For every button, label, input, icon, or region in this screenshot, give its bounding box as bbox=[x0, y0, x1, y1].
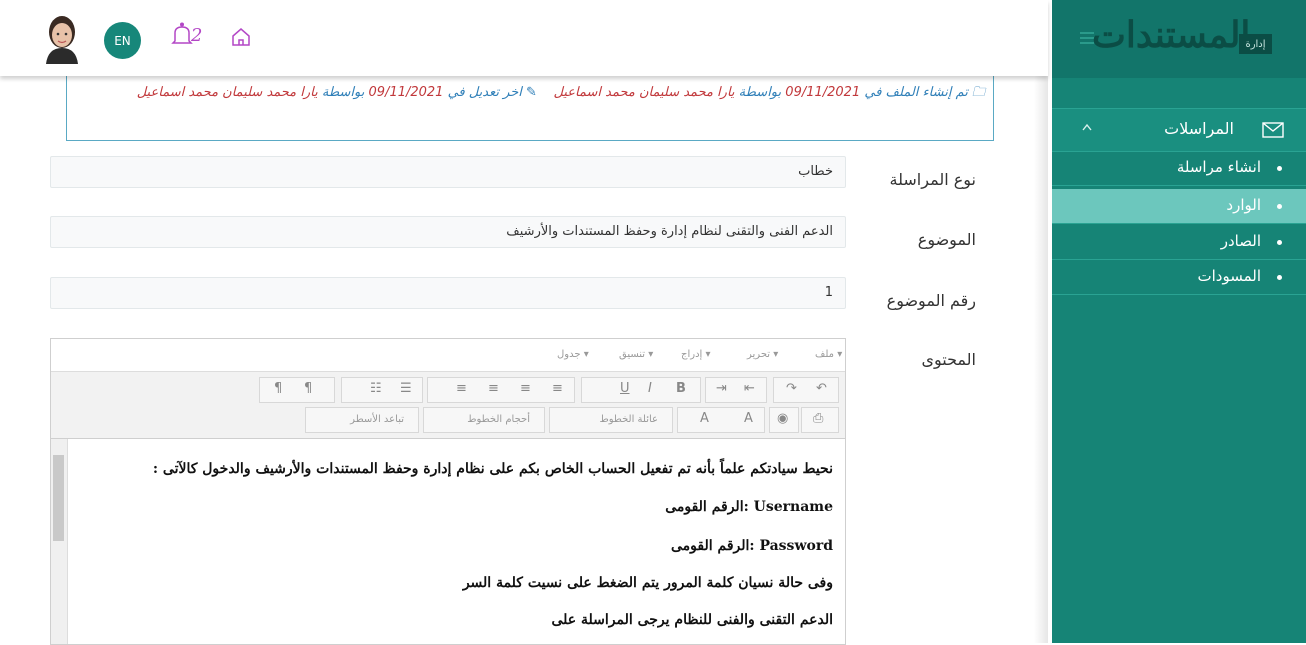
modified-date: 09/11/2021 bbox=[368, 85, 444, 100]
print-button[interactable]: ⎙ bbox=[801, 407, 839, 433]
line-height-select[interactable]: تباعد الأسطر bbox=[305, 407, 419, 433]
indent-icon[interactable]: ⇥ bbox=[716, 381, 727, 396]
sidebar-item-label: المسودات bbox=[1197, 267, 1261, 285]
italic-icon[interactable]: I bbox=[648, 381, 652, 396]
bullet bbox=[1277, 240, 1282, 245]
menu-file[interactable]: ملف ▾ bbox=[815, 349, 842, 360]
bullet bbox=[1277, 166, 1282, 171]
editor-toolbar: ↶ ↷ ⇤ ⇥ B I U ≡ ≡ ≡ ≡ ☰ ☷ ¶ ¶ ⎙ ◉ A A عا… bbox=[51, 372, 845, 439]
content-line: وفى حالة نسيان كلمة المرور يتم الضغط على… bbox=[462, 575, 833, 591]
menu-format[interactable]: تنسيق ▾ bbox=[619, 349, 653, 360]
user-avatar[interactable] bbox=[40, 14, 84, 64]
line-height-label: تباعد الأسطر bbox=[350, 414, 404, 425]
chevron-up-icon bbox=[1082, 123, 1092, 131]
created-by: يارا محمد سليمان محمد اسماعيل bbox=[553, 85, 735, 100]
align-group: ≡ ≡ ≡ ≡ bbox=[427, 377, 575, 403]
sidebar-item-label: الوارد bbox=[1226, 196, 1261, 214]
file-info-text: 🗀 تم إنشاء الملف في 09/11/2021 بواسطة يا… bbox=[85, 84, 985, 102]
type-label: نوع المراسلة bbox=[889, 170, 976, 189]
content-label: المحتوى bbox=[921, 350, 976, 369]
redo-icon[interactable]: ↷ bbox=[786, 381, 797, 396]
editor-content[interactable]: نحيط سيادتكم علماً بأنه تم تفعيل الحساب … bbox=[51, 439, 845, 644]
sidebar-section-correspondence[interactable]: المراسلات bbox=[1052, 108, 1306, 152]
sidebar-item-drafts[interactable]: المسودات bbox=[1052, 260, 1306, 295]
numbered-list-icon[interactable]: ☷ bbox=[370, 381, 382, 396]
bullet-list-icon[interactable]: ☰ bbox=[400, 381, 412, 396]
created-date: 09/11/2021 bbox=[785, 85, 861, 100]
content-line: Password :الرقم القومى bbox=[671, 538, 833, 554]
menu-insert[interactable]: إدراج ▾ bbox=[681, 349, 711, 360]
type-value: خطاب bbox=[798, 164, 833, 179]
file-info-box: 🗀 تم إنشاء الملف في 09/11/2021 بواسطة يا… bbox=[66, 76, 994, 141]
sidebar-item-outbox[interactable]: الصادر bbox=[1052, 225, 1306, 260]
logo-text: المستندات bbox=[1092, 14, 1252, 56]
sidebar: المستندات إدارة المراسلات انشاء مراسلة ا… bbox=[1052, 0, 1306, 643]
background-color-icon[interactable]: A bbox=[700, 411, 709, 426]
content-line: الدعم التقنى والفنى للنظام يرجى المراسلة… bbox=[551, 612, 833, 628]
indent-group: ⇤ ⇥ bbox=[705, 377, 767, 403]
text-color-icon[interactable]: A bbox=[744, 411, 753, 426]
format-group: B I U bbox=[581, 377, 701, 403]
undo-icon[interactable]: ↶ bbox=[816, 381, 827, 396]
bold-icon[interactable]: B bbox=[676, 381, 686, 396]
logo-area: المستندات إدارة bbox=[1052, 0, 1306, 78]
modified-by: يارا محمد سليمان محمد اسماعيل bbox=[136, 85, 318, 100]
scrollbar-thumb[interactable] bbox=[53, 455, 64, 541]
modified-prefix: اخر تعديل في bbox=[447, 85, 522, 100]
logo-badge: إدارة bbox=[1239, 34, 1272, 54]
align-right-icon[interactable]: ≡ bbox=[488, 381, 499, 396]
sidebar-item-label: الصادر bbox=[1220, 232, 1261, 250]
language-toggle-button[interactable]: EN bbox=[104, 22, 141, 59]
print-icon: ⎙ bbox=[813, 411, 824, 426]
number-value: 1 bbox=[824, 285, 833, 300]
rich-text-editor: ملف ▾ تحرير ▾ إدراج ▾ تنسيق ▾ جدول ▾ ↶ ↷… bbox=[50, 338, 846, 645]
list-group: ☰ ☷ bbox=[341, 377, 423, 403]
content-line: نحيط سيادتكم علماً بأنه تم تفعيل الحساب … bbox=[152, 461, 833, 477]
sidebar-section-label: المراسلات bbox=[1164, 119, 1234, 138]
mail-icon bbox=[1262, 122, 1284, 138]
editor-scrollbar[interactable] bbox=[51, 439, 68, 644]
bullet bbox=[1277, 275, 1282, 280]
font-family-select[interactable]: عائلة الخطوط bbox=[549, 407, 673, 433]
align-justify-icon[interactable]: ≡ bbox=[456, 381, 467, 396]
subject-value: الدعم الفنى والتقنى لنظام إدارة وحفظ الم… bbox=[506, 224, 833, 239]
outdent-icon[interactable]: ⇤ bbox=[744, 381, 755, 396]
align-left-icon[interactable]: ≡ bbox=[552, 381, 563, 396]
font-family-label: عائلة الخطوط bbox=[599, 414, 658, 425]
font-size-label: أحجام الخطوط bbox=[467, 414, 530, 425]
underline-icon[interactable]: U bbox=[620, 381, 630, 396]
top-bar: EN 2 bbox=[0, 0, 1048, 76]
subject-label: الموضوع bbox=[917, 230, 976, 249]
created-by-word: بواسطة bbox=[738, 85, 782, 100]
direction-group: ¶ ¶ bbox=[259, 377, 335, 403]
bullet bbox=[1277, 204, 1282, 209]
number-label: رقم الموضوع bbox=[886, 291, 976, 310]
editor-menubar: ملف ▾ تحرير ▾ إدراج ▾ تنسيق ▾ جدول ▾ bbox=[51, 339, 845, 372]
undo-redo-group: ↶ ↷ bbox=[773, 377, 839, 403]
subject-field[interactable]: الدعم الفنى والتقنى لنظام إدارة وحفظ الم… bbox=[50, 216, 846, 248]
type-field[interactable]: خطاب bbox=[50, 156, 846, 188]
eye-icon: ◉ bbox=[777, 411, 789, 426]
align-center-icon[interactable]: ≡ bbox=[520, 381, 531, 396]
sidebar-item-create[interactable]: انشاء مراسلة bbox=[1052, 151, 1306, 186]
created-prefix: تم إنشاء الملف في bbox=[864, 85, 968, 100]
sidebar-item-label: انشاء مراسلة bbox=[1176, 158, 1261, 176]
number-field[interactable]: 1 bbox=[50, 277, 846, 309]
edit-icon: ✎ bbox=[526, 85, 537, 100]
folder-icon: 🗀 bbox=[971, 85, 985, 100]
preview-button[interactable]: ◉ bbox=[769, 407, 799, 433]
home-icon[interactable] bbox=[230, 26, 252, 48]
menu-table[interactable]: جدول ▾ bbox=[557, 349, 589, 360]
modified-by-word: بواسطة bbox=[321, 85, 365, 100]
color-group: A A bbox=[677, 407, 765, 433]
ltr-icon[interactable]: ¶ bbox=[304, 381, 312, 396]
rtl-icon[interactable]: ¶ bbox=[274, 381, 282, 396]
notification-count: 2 bbox=[191, 25, 203, 46]
language-label: EN bbox=[114, 33, 131, 48]
font-size-select[interactable]: أحجام الخطوط bbox=[423, 407, 545, 433]
content-line: Username :الرقم القومى bbox=[665, 499, 833, 515]
menu-edit[interactable]: تحرير ▾ bbox=[747, 349, 778, 360]
sidebar-item-inbox[interactable]: الوارد bbox=[1052, 189, 1306, 224]
page-edge-shadow bbox=[1034, 76, 1048, 643]
